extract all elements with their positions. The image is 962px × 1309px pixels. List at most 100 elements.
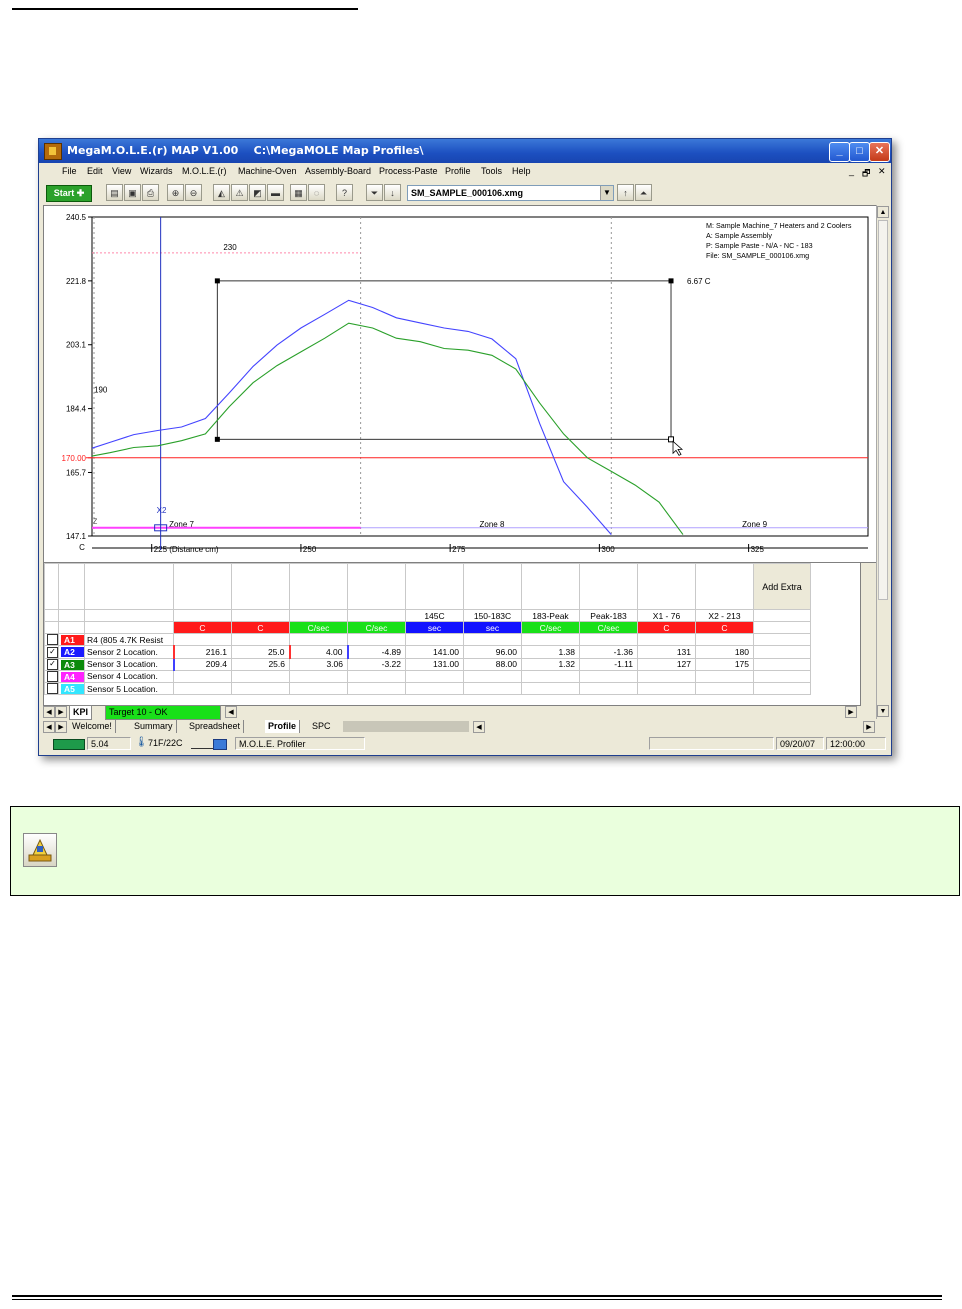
table-row[interactable]: ✓ A2 Sensor 2 Location. 216.1 25.0 4.00 -4.89 1… [44, 645, 811, 659]
tab-summary[interactable]: Summary [131, 720, 177, 733]
value-cell[interactable]: 1.32 [521, 657, 580, 671]
mdi-close-button[interactable]: ✕ [878, 166, 886, 177]
value-cell[interactable] [347, 632, 406, 647]
value-cell[interactable]: -1.36 [579, 645, 638, 659]
menu-machine-oven[interactable]: Machine-Oven [238, 166, 297, 176]
sensor-name-cell[interactable]: Sensor 5 Location. [84, 681, 174, 696]
value-cell[interactable] [695, 681, 754, 696]
menu-wizards[interactable]: Wizards [140, 166, 173, 176]
value-cell[interactable]: 96.00 [463, 645, 522, 659]
value-cell[interactable] [289, 681, 348, 696]
reference-cell[interactable] [289, 609, 348, 622]
value-cell[interactable] [173, 681, 232, 696]
menu-help[interactable]: Help [512, 166, 531, 176]
first-icon[interactable]: ⏷ [366, 184, 383, 201]
reference-cell[interactable] [347, 609, 406, 622]
table-row[interactable]: A5 Sensor 5 Location. [44, 681, 811, 696]
reference-cell[interactable]: 183-Peak [521, 609, 580, 622]
sensor-name-cell[interactable]: Sensor 3 Location. [84, 657, 174, 671]
mdi-minimize-button[interactable]: _ [849, 166, 854, 176]
reference-cell[interactable]: X1 - 76 [637, 609, 696, 622]
scroll-up-icon[interactable]: ▲ [877, 206, 889, 218]
header-time-above[interactable]: Time Above Temperature Reference: Rising… [405, 563, 464, 610]
header-max-pos-slope[interactable]: Maximum Positive Slope [289, 563, 348, 610]
value-cell[interactable] [289, 669, 348, 684]
save-icon[interactable]: ▣ [124, 184, 141, 201]
value-cell[interactable]: 25.0 [231, 645, 290, 659]
value-cell[interactable] [347, 669, 406, 684]
hscroll-left-icon[interactable]: ◀ [225, 706, 237, 718]
mdi-restore-button[interactable]: 🗗 [862, 166, 870, 182]
row-checkbox-cell[interactable] [44, 669, 59, 684]
profile-icon[interactable]: ◭ [213, 184, 230, 201]
slope-box-handle[interactable] [668, 278, 674, 284]
sensor-checkbox[interactable]: ✓ [47, 646, 58, 657]
value-cell[interactable] [637, 669, 696, 684]
menu-assembly-board[interactable]: Assembly-Board [305, 166, 371, 176]
row-checkbox-cell[interactable]: ✓ [44, 657, 59, 671]
value-cell[interactable]: 88.00 [463, 657, 522, 671]
chart-scrollbar[interactable]: ▲ ▼ [876, 205, 889, 719]
tab-spc[interactable]: SPC [309, 720, 334, 733]
value-cell[interactable] [463, 632, 522, 647]
value-cell[interactable] [231, 632, 290, 647]
tab-target[interactable]: Target 10 - OK [105, 705, 221, 720]
value-cell[interactable] [637, 632, 696, 647]
value-cell[interactable]: -1.11 [579, 657, 638, 671]
tab-kpi[interactable]: KPI [69, 705, 93, 720]
header-slope-from-peak[interactable]: Slope: Peak to Temperature [579, 563, 638, 610]
tab-scroll-left-icon[interactable]: ◀ [43, 706, 55, 718]
value-cell[interactable] [463, 669, 522, 684]
menu-view[interactable]: View [112, 166, 131, 176]
value-cell[interactable] [579, 681, 638, 696]
ruler-icon[interactable]: ▬ [267, 184, 284, 201]
main-hscroll-right-icon[interactable]: ▶ [863, 721, 875, 733]
scroll-thumb[interactable] [878, 220, 888, 600]
print-icon[interactable]: ⎙ [142, 184, 159, 201]
menu-process-paste[interactable]: Process-Paste [379, 166, 438, 176]
value-cell[interactable]: 3.06 [289, 657, 348, 671]
profile-chart-svg[interactable]: 240.5 221.8 203.1 184.4 170.00 165.7 147.1 C 225… [44, 206, 877, 562]
value-cell[interactable]: -4.89 [346, 645, 406, 659]
add-extra-button[interactable]: Add Extra [753, 563, 811, 610]
app-icon[interactable] [44, 143, 62, 160]
series-line-2[interactable] [91, 299, 612, 535]
value-cell[interactable] [173, 632, 232, 647]
start-button[interactable]: Start ✚ [46, 185, 92, 202]
row-checkbox-cell[interactable] [44, 681, 59, 696]
value-cell[interactable]: 180 [695, 645, 754, 659]
sensor-name-cell[interactable]: Sensor 2 Location. [84, 645, 174, 659]
value-cell[interactable] [695, 669, 754, 684]
value-cell[interactable]: 216.1 [172, 645, 232, 659]
menu-profile[interactable]: Profile [445, 166, 471, 176]
sensor-checkbox[interactable]: ✓ [47, 659, 58, 670]
tab-profile[interactable]: Profile [265, 720, 301, 733]
profile-file-select[interactable]: SM_SAMPLE_000106.xmg ▼ [407, 185, 614, 201]
table-icon[interactable]: ▦ [290, 184, 307, 201]
sensor-checkbox[interactable] [47, 634, 58, 645]
value-cell[interactable] [405, 681, 464, 696]
chart-icon[interactable]: ◩ [249, 184, 266, 201]
value-cell[interactable]: 4.00 [288, 645, 348, 659]
main-tab-right-icon[interactable]: ▶ [55, 721, 67, 733]
tab-scroll-right-icon[interactable]: ▶ [55, 706, 67, 718]
value-cell[interactable]: 209.4 [172, 657, 232, 671]
header-min-temp[interactable]: Minimum Temperature [231, 563, 290, 610]
header-time-between[interactable]: Time Between Temperature [463, 563, 522, 610]
table-row[interactable]: ✓ A3 Sensor 3 Location. 209.4 25.6 3.06 -3.22 1… [44, 657, 811, 671]
table-row[interactable]: A1 R4 (805 4.7K Resist [44, 632, 811, 647]
last-icon[interactable]: ⏶ [635, 184, 652, 201]
reference-cell[interactable]: 150-183C [463, 609, 522, 622]
value-cell[interactable] [579, 632, 638, 647]
menu-file[interactable]: File [62, 166, 77, 176]
value-cell[interactable] [405, 669, 464, 684]
row-checkbox-cell[interactable] [44, 632, 59, 647]
sensor-checkbox[interactable] [47, 671, 58, 682]
warning-icon[interactable]: ⚠ [231, 184, 248, 201]
series-line-3[interactable] [91, 322, 684, 535]
value-cell[interactable] [579, 669, 638, 684]
value-cell[interactable] [695, 632, 754, 647]
reference-cell[interactable]: 145C [405, 609, 464, 622]
menu-tools[interactable]: Tools [481, 166, 502, 176]
value-cell[interactable] [405, 632, 464, 647]
